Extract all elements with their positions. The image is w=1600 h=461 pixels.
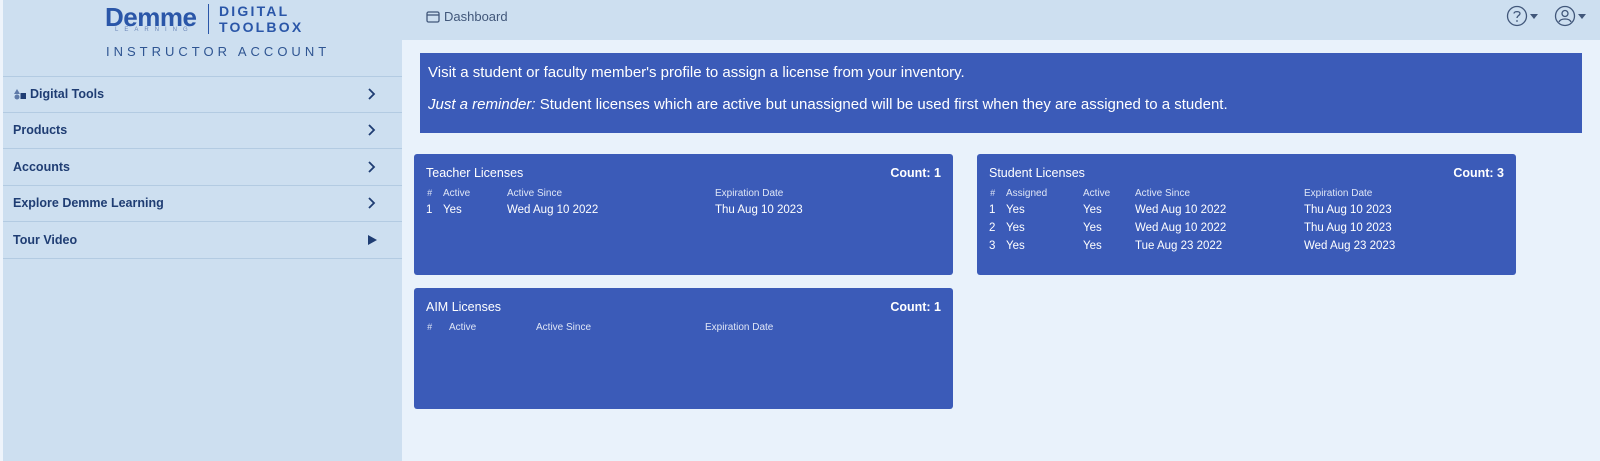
reminder-prefix: Just a reminder: (428, 96, 536, 113)
cell-num: 2 (989, 222, 996, 234)
sidebar-item-label: Products (13, 123, 68, 138)
logo-subtitle: LEARNING (115, 27, 194, 33)
table-header: # Active Active Since Expiration Date (426, 188, 941, 204)
user-icon (1554, 5, 1576, 27)
table-row: 3 Yes Yes Tue Aug 23 2022 Wed Aug 23 202… (989, 240, 1504, 258)
shapes-icon (14, 89, 26, 100)
caret-down-icon (1578, 14, 1586, 19)
sidebar-item-products[interactable]: Products (3, 113, 402, 149)
col-expiry-header: Expiration Date (705, 322, 774, 333)
sidebar-item-accounts[interactable]: Accounts (3, 149, 402, 186)
cell-expiry: Wed Aug 23 2023 (1304, 240, 1396, 252)
col-since-header: Active Since (536, 322, 592, 333)
sidebar-nav: Digital Tools Products Accounts Explore … (3, 76, 402, 259)
col-since-header: Active Since (1135, 188, 1191, 199)
cell-expiry: Thu Aug 10 2023 (1304, 204, 1392, 216)
breadcrumb[interactable]: Dashboard (426, 9, 508, 24)
table-row: 1 Yes Yes Wed Aug 10 2022 Thu Aug 10 202… (989, 204, 1504, 222)
help-icon (1506, 5, 1528, 27)
cell-since: Wed Aug 10 2022 (1135, 204, 1227, 216)
col-expiry-header: Expiration Date (1304, 188, 1373, 199)
card-header: AIM Licenses Count: 1 (426, 300, 941, 314)
table-header: # Assigned Active Active Since Expiratio… (989, 188, 1504, 204)
chevron-right-icon (368, 197, 376, 209)
dashboard-icon (426, 10, 440, 23)
info-banner: Visit a student or faculty member's prof… (420, 53, 1582, 133)
banner-line-1: Visit a student or faculty member's prof… (428, 64, 965, 81)
cell-active: Yes (443, 204, 462, 216)
cell-active: Yes (1083, 240, 1102, 252)
sidebar-item-label: Explore Demme Learning (13, 196, 164, 211)
wordmark-line-1: DIGITAL (219, 3, 290, 19)
license-count: Count: 1 (890, 166, 941, 180)
chevron-right-icon (368, 161, 376, 173)
sidebar-item-label: Tour Video (13, 232, 78, 247)
caret-down-icon (1530, 14, 1538, 19)
cell-num: 3 (989, 240, 996, 252)
card-title: AIM Licenses (426, 300, 502, 314)
play-icon (368, 234, 377, 245)
col-active-header: Active (443, 188, 471, 199)
col-num-header: # (427, 322, 433, 332)
sidebar-item-tour-video[interactable]: Tour Video (3, 222, 402, 259)
cell-num: 1 (426, 204, 433, 216)
sidebar-item-label: Digital Tools (30, 87, 105, 102)
brand-header: Demme LEARNING DIGITAL TOOLBOX INSTRUCTO… (3, 0, 402, 64)
teacher-licenses-card: Teacher Licenses Count: 1 # Active Activ… (414, 154, 953, 275)
top-bar: Dashboard (402, 0, 1600, 40)
digital-toolbox-wordmark: DIGITAL TOOLBOX (219, 3, 303, 35)
aim-licenses-card: AIM Licenses Count: 1 # Active Active Si… (414, 288, 953, 409)
cell-active: Yes (1083, 204, 1102, 216)
student-licenses-card: Student Licenses Count: 3 # Assigned Act… (977, 154, 1516, 275)
cell-since: Wed Aug 10 2022 (507, 204, 599, 216)
top-actions (1506, 5, 1586, 27)
user-menu-button[interactable] (1554, 5, 1586, 27)
cell-num: 1 (989, 204, 996, 216)
cell-since: Wed Aug 10 2022 (1135, 222, 1227, 234)
sidebar-item-digital-tools[interactable]: Digital Tools (3, 76, 402, 113)
sidebar-item-label: Accounts (13, 159, 70, 174)
cell-expiry: Thu Aug 10 2023 (1304, 222, 1392, 234)
col-since-header: Active Since (507, 188, 563, 199)
col-active-header: Active (449, 322, 477, 333)
breadcrumb-label: Dashboard (444, 9, 508, 24)
card-title: Teacher Licenses (426, 166, 524, 180)
chevron-right-icon (368, 88, 376, 100)
cell-assigned: Yes (1006, 204, 1025, 216)
chevron-right-icon (368, 124, 376, 136)
table-row: 1 Yes Wed Aug 10 2022 Thu Aug 10 2023 (426, 204, 941, 222)
sidebar: Demme LEARNING DIGITAL TOOLBOX INSTRUCTO… (0, 0, 402, 461)
license-count: Count: 3 (1453, 166, 1504, 180)
table-row: 2 Yes Yes Wed Aug 10 2022 Thu Aug 10 202… (989, 222, 1504, 240)
card-title: Student Licenses (989, 166, 1085, 180)
card-header: Teacher Licenses Count: 1 (426, 166, 941, 180)
col-active-header: Active (1083, 188, 1111, 199)
cell-assigned: Yes (1006, 240, 1025, 252)
col-assigned-header: Assigned (1006, 188, 1048, 199)
banner-line-2: Just a reminder: Student licenses which … (428, 94, 1574, 116)
sidebar-item-explore-demme-learning[interactable]: Explore Demme Learning (3, 186, 402, 222)
cell-active: Yes (1083, 222, 1102, 234)
license-count: Count: 1 (890, 300, 941, 314)
account-type-label: INSTRUCTOR ACCOUNT (106, 44, 331, 59)
reminder-text: Student licenses which are active but un… (535, 96, 1228, 113)
cell-expiry: Thu Aug 10 2023 (715, 204, 803, 216)
table-header: # Active Active Since Expiration Date (426, 322, 941, 338)
cell-assigned: Yes (1006, 222, 1025, 234)
col-num-header: # (427, 188, 433, 198)
wordmark-line-2: TOOLBOX (219, 19, 304, 35)
cell-since: Tue Aug 23 2022 (1135, 240, 1223, 252)
card-header: Student Licenses Count: 3 (989, 166, 1504, 180)
help-menu-button[interactable] (1506, 5, 1538, 27)
logo-divider (208, 4, 209, 34)
col-num-header: # (990, 188, 996, 198)
col-expiry-header: Expiration Date (715, 188, 784, 199)
